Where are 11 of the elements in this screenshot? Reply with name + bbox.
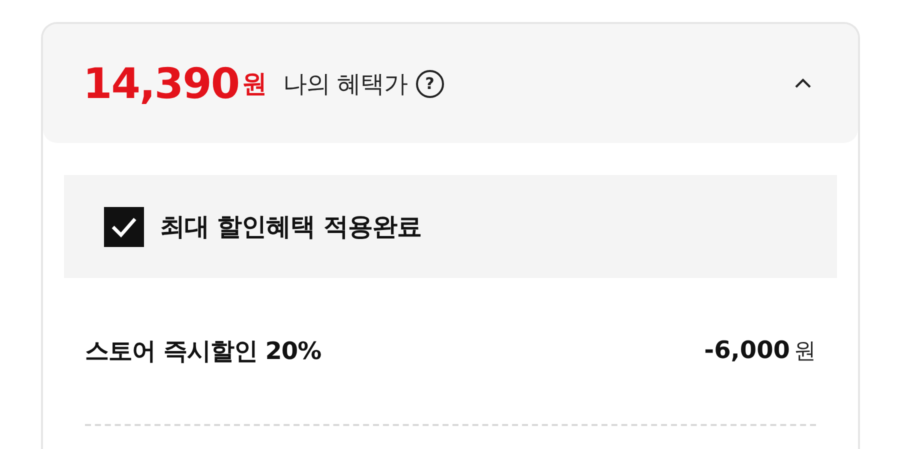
- currency-unit: 원: [794, 338, 816, 366]
- help-button[interactable]: ?: [416, 70, 444, 98]
- check-icon: [110, 216, 138, 238]
- discount-amount: -6,000: [704, 336, 790, 364]
- currency-unit: 원: [242, 68, 268, 100]
- benefit-price: 14,390: [83, 59, 240, 108]
- benefit-price-label: 나의 혜택가: [283, 68, 408, 100]
- max-discount-label: 최대 할인혜택 적용완료: [160, 211, 422, 243]
- caret-icon[interactable]: [794, 78, 812, 89]
- checkbox[interactable]: [104, 206, 144, 246]
- discount-label: 스토어 즉시할인 20%: [85, 336, 322, 367]
